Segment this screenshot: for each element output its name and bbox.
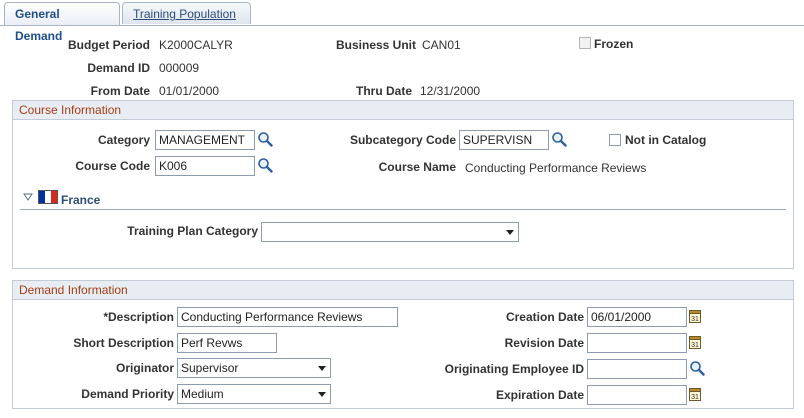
svg-text:31: 31 — [691, 316, 699, 323]
chevron-down-icon — [318, 392, 326, 397]
originating-employee-id-input[interactable] — [587, 359, 687, 379]
originating-employee-lookup-icon[interactable] — [689, 360, 705, 376]
chevron-down-icon — [318, 366, 326, 371]
originator-label: Originator — [115, 361, 174, 375]
category-input[interactable]: MANAGEMENT — [155, 130, 255, 150]
thru-date-value: 12/31/2000 — [420, 84, 481, 98]
frozen-label: Frozen — [594, 37, 634, 51]
from-date-value: 01/01/2000 — [159, 84, 220, 98]
france-divider — [20, 209, 786, 210]
demand-id-value: 000009 — [159, 61, 200, 75]
expiration-date-input[interactable] — [587, 385, 687, 405]
course-information-group: Course Information — [12, 100, 794, 269]
frozen-checkbox[interactable] — [579, 37, 591, 49]
triangle-down-icon[interactable] — [23, 193, 33, 201]
france-section-label[interactable]: France — [61, 193, 100, 207]
category-lookup-icon[interactable] — [257, 131, 273, 147]
creation-date-calendar-icon[interactable]: 31 — [689, 309, 701, 323]
svg-text:31: 31 — [691, 342, 699, 349]
tab-general-demand[interactable]: General Demand — [4, 2, 120, 43]
course-information-title: Course Information — [13, 101, 793, 120]
demand-priority-value: Medium — [181, 387, 224, 401]
tab-divider — [0, 25, 804, 26]
not-in-catalog-label: Not in Catalog — [625, 133, 707, 147]
course-code-lookup-icon[interactable] — [257, 157, 273, 173]
description-input[interactable]: Conducting Performance Reviews — [177, 307, 398, 327]
short-description-input[interactable]: Perf Revws — [177, 333, 277, 353]
svg-text:31: 31 — [691, 394, 699, 401]
expiration-date-label: Expiration Date — [495, 388, 584, 402]
budget-period-label: Budget Period — [67, 38, 150, 52]
subcategory-code-label: Subcategory Code — [349, 133, 456, 147]
demand-priority-select[interactable]: Medium — [177, 384, 331, 404]
tab-bar: General Demand Training Population — [0, 0, 804, 43]
tab-training-population[interactable]: Training Population — [122, 2, 251, 24]
demand-id-label: Demand ID — [87, 61, 150, 75]
category-label: Category — [97, 133, 150, 147]
thru-date-label: Thru Date — [355, 84, 412, 98]
expiration-date-calendar-icon[interactable]: 31 — [689, 387, 701, 401]
short-description-label: Short Description — [73, 336, 174, 350]
course-name-value: Conducting Performance Reviews — [465, 161, 647, 175]
from-date-label: From Date — [90, 84, 150, 98]
course-name-label: Course Name — [378, 160, 456, 174]
originator-select[interactable]: Supervisor — [177, 358, 331, 378]
chevron-down-icon — [506, 230, 514, 235]
subcategory-lookup-icon[interactable] — [551, 131, 567, 147]
originating-employee-id-label: Originating Employee ID — [444, 362, 584, 376]
budget-period-value: K2000CALYR — [159, 38, 233, 52]
demand-priority-label: Demand Priority — [81, 387, 174, 401]
creation-date-input[interactable]: 06/01/2000 — [587, 307, 687, 327]
subcategory-code-input[interactable]: SUPERVISN — [459, 130, 549, 150]
france-flag-icon — [38, 190, 58, 204]
revision-date-label: Revision Date — [504, 336, 584, 350]
demand-information-title: Demand Information — [13, 281, 793, 300]
business-unit-value: CAN01 — [422, 38, 461, 52]
course-code-label: Course Code — [75, 159, 150, 173]
originator-value: Supervisor — [181, 361, 239, 375]
training-plan-category-select[interactable] — [261, 222, 519, 242]
revision-date-input[interactable] — [587, 333, 687, 353]
description-label: *Description — [103, 310, 174, 324]
business-unit-label: Business Unit — [335, 38, 416, 52]
not-in-catalog-checkbox[interactable] — [609, 134, 621, 146]
course-code-input[interactable]: K006 — [155, 156, 255, 176]
creation-date-label: Creation Date — [505, 310, 584, 324]
revision-date-calendar-icon[interactable]: 31 — [689, 335, 701, 349]
training-plan-category-label: Training Plan Category — [127, 224, 258, 238]
